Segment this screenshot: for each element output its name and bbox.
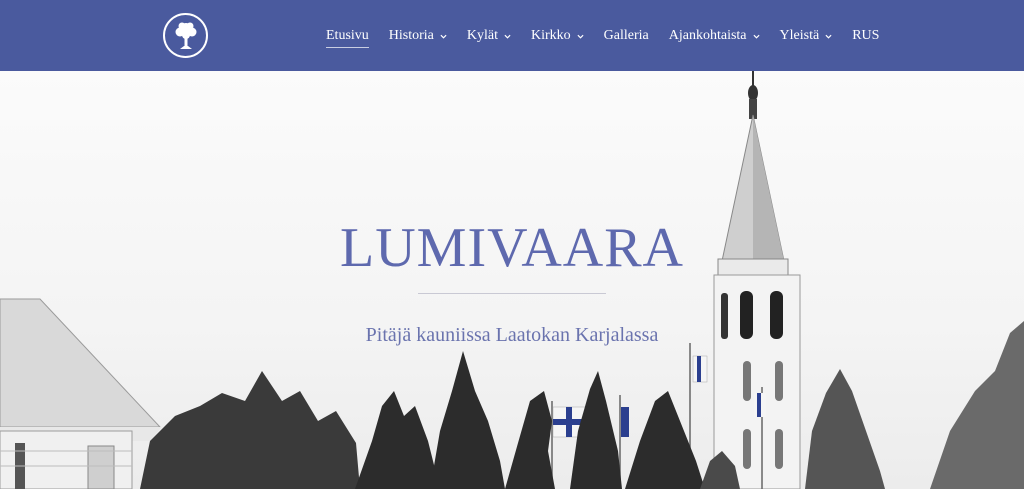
nav-item-historia[interactable]: Historia: [389, 28, 447, 44]
nav-item-label: Ajankohtaista: [668, 28, 747, 43]
nav-item-label: Galleria: [603, 28, 649, 43]
nav-item-label: RUS: [852, 28, 880, 43]
nav-item-label: Etusivu: [326, 28, 369, 43]
chevron-down-icon: [825, 33, 832, 40]
chevron-down-icon: [504, 33, 511, 40]
nav-item-rus[interactable]: RUS: [852, 28, 879, 44]
nav-item-yleista[interactable]: Yleistä: [780, 28, 833, 44]
nav-item-kylat[interactable]: Kylät: [467, 28, 511, 44]
chevron-down-icon: [577, 33, 584, 40]
main-navigation: Etusivu Historia Kylät Kirkko Galleria A…: [326, 26, 879, 48]
church-background-image: [0, 71, 1024, 489]
nav-item-galleria[interactable]: Galleria: [604, 28, 649, 44]
nav-item-label: Kylät: [466, 28, 498, 43]
site-header: Etusivu Historia Kylät Kirkko Galleria A…: [0, 0, 1024, 71]
site-logo[interactable]: [163, 13, 208, 58]
nav-item-label: Yleistä: [779, 28, 820, 43]
tree-emblem-icon: [175, 22, 196, 49]
chevron-down-icon: [753, 33, 760, 40]
nav-item-label: Kirkko: [531, 28, 571, 43]
hero-subtitle: Pitäjä kauniissa Laatokan Karjalassa: [365, 324, 659, 346]
nav-item-etusivu[interactable]: Etusivu: [326, 28, 369, 48]
nav-item-label: Historia: [388, 28, 434, 43]
hero-banner: LUMIVAARA Pitäjä kauniissa Laatokan Karj…: [0, 71, 1024, 489]
nav-item-ajankohtaista[interactable]: Ajankohtaista: [669, 28, 760, 44]
hero-divider: [418, 293, 606, 294]
chevron-down-icon: [440, 33, 447, 40]
hero-title: LUMIVAARA: [340, 217, 684, 279]
nav-item-kirkko[interactable]: Kirkko: [531, 28, 584, 44]
church-tower: [713, 71, 801, 489]
